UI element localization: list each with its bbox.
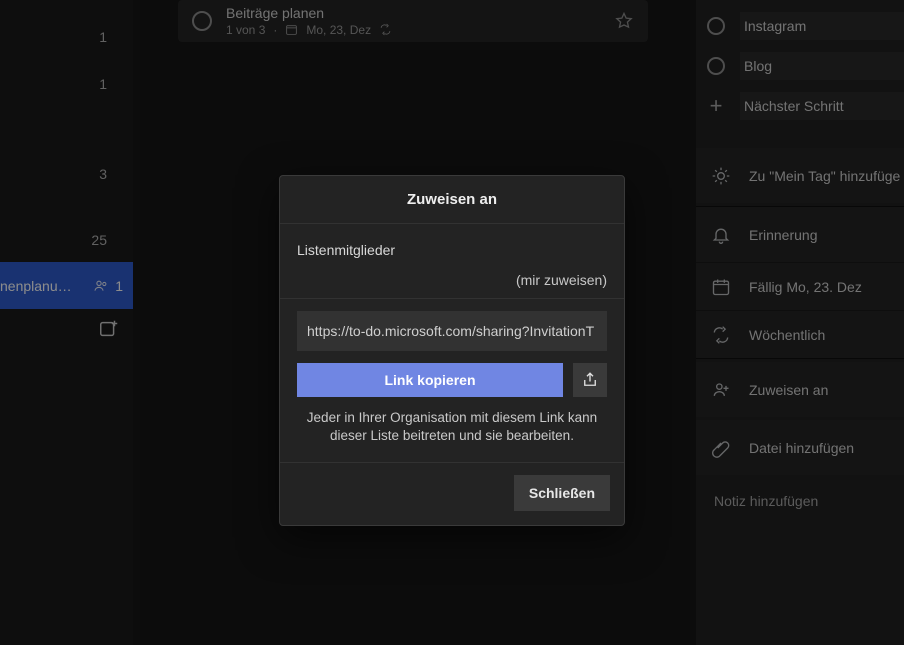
copy-link-button[interactable]: Link kopieren bbox=[297, 363, 563, 397]
share-icon bbox=[581, 371, 599, 389]
assign-dialog: Zuweisen an Listenmitglieder (mir zuweis… bbox=[279, 175, 625, 526]
dialog-title: Zuweisen an bbox=[280, 176, 624, 224]
share-url-input[interactable] bbox=[297, 311, 607, 351]
members-label: Listenmitglieder bbox=[297, 242, 607, 258]
share-disclaimer: Jeder in Ihrer Organisation mit diesem L… bbox=[297, 409, 607, 445]
self-assign-link[interactable]: (mir zuweisen) bbox=[297, 272, 607, 288]
close-button[interactable]: Schließen bbox=[514, 475, 610, 511]
share-button[interactable] bbox=[573, 363, 607, 397]
